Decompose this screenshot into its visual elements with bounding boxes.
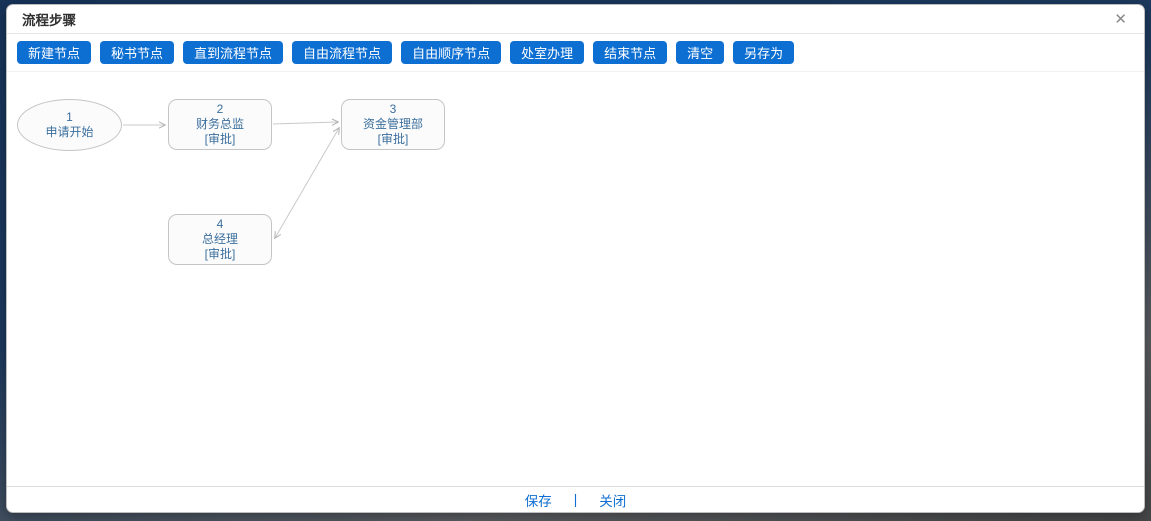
save-button[interactable]: 保存 [525,490,552,510]
toolbar-button-end-node[interactable]: 结束节点 [593,41,667,64]
flow-node-start[interactable]: 1 申请开始 [17,99,122,151]
toolbar-button-free-order-node[interactable]: 自由顺序节点 [401,41,501,64]
node-number: 4 [217,217,224,232]
node-label: 总经理 [202,232,238,247]
node-tag: [审批] [205,132,236,147]
toolbar-button-secretary-node[interactable]: 秘书节点 [100,41,174,64]
toolbar: 新建节点 秘书节点 直到流程节点 自由流程节点 自由顺序节点 处室办理 结束节点… [7,34,1144,72]
close-button[interactable]: 关闭 [599,490,626,510]
toolbar-button-new-node[interactable]: 新建节点 [17,41,91,64]
node-number: 1 [66,110,73,125]
node-tag: [审批] [205,247,236,262]
flow-node-general-manager[interactable]: 4 总经理 [审批] [168,214,272,265]
edge-2-3 [273,122,338,124]
node-label: 申请开始 [45,125,93,140]
toolbar-button-save-as[interactable]: 另存为 [733,41,794,64]
toolbar-button-clear[interactable]: 清空 [676,41,724,64]
node-number: 3 [390,102,397,117]
flow-node-fund-management[interactable]: 3 资金管理部 [审批] [341,99,445,150]
node-label: 财务总监 [196,117,244,132]
edge-3-4 [275,128,339,238]
node-number: 2 [217,102,224,117]
node-label: 资金管理部 [363,117,423,132]
node-tag: [审批] [378,132,409,147]
close-icon[interactable]: ✕ [1112,10,1129,29]
process-steps-modal: 流程步骤 ✕ 新建节点 秘书节点 直到流程节点 自由流程节点 自由顺序节点 处室… [6,4,1145,513]
footer-separator: | [574,492,578,507]
modal-header: 流程步骤 ✕ [7,5,1144,34]
toolbar-button-until-flow-node[interactable]: 直到流程节点 [183,41,283,64]
flow-node-finance-director[interactable]: 2 财务总监 [审批] [168,99,272,150]
modal-footer: 保存 | 关闭 [7,486,1144,512]
toolbar-button-office-handle[interactable]: 处室办理 [510,41,584,64]
toolbar-button-free-flow-node[interactable]: 自由流程节点 [292,41,392,64]
flow-canvas[interactable]: 1 申请开始 2 财务总监 [审批] 3 资金管理部 [审批] 4 总经理 [审… [7,72,1144,486]
modal-title: 流程步骤 [22,9,76,29]
